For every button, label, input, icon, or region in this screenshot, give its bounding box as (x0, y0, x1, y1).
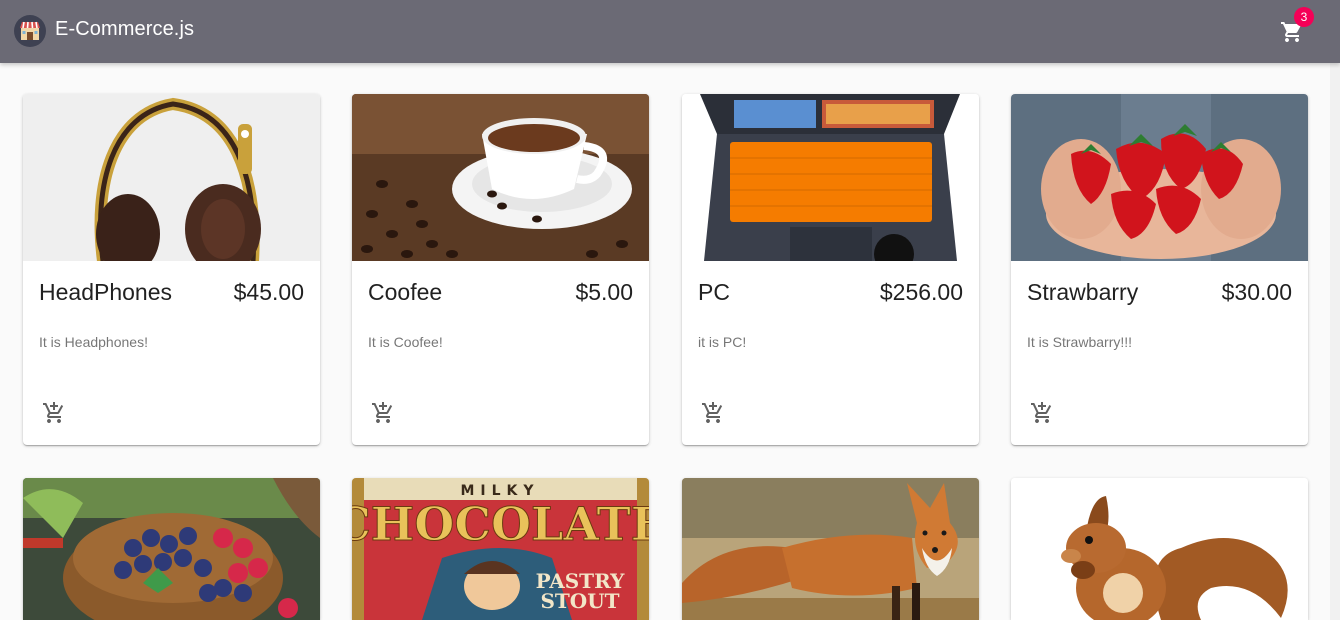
page-scrollbar[interactable] (1330, 63, 1340, 620)
add-to-cart-button[interactable] (39, 398, 69, 428)
can-label-sub2: STOUT (540, 589, 619, 613)
add-shopping-cart-icon (372, 402, 393, 423)
product-description: It is Strawbarry!!! (1027, 334, 1133, 350)
product-card: Coofee $5.00 It is Coofee! (352, 94, 649, 445)
product-name: Coofee (368, 279, 443, 305)
product-image-strawberries (1011, 94, 1308, 261)
add-shopping-cart-icon (702, 402, 723, 423)
store-icon[interactable] (14, 15, 46, 47)
product-card: Strawbarry $30.00 It is Strawbarry!!! (1011, 94, 1308, 445)
app-bar: E-Commerce.js 3 (0, 0, 1340, 63)
add-to-cart-button[interactable] (1027, 398, 1057, 428)
product-description: It is Headphones! (39, 334, 148, 350)
product-price: $5.00 (575, 279, 633, 305)
product-price: $30.00 (1221, 279, 1292, 305)
add-shopping-cart-icon (1031, 402, 1052, 423)
product-name: HeadPhones (39, 279, 172, 305)
add-to-cart-button[interactable] (698, 398, 728, 428)
product-name: Strawbarry (1027, 279, 1139, 305)
product-image-berries-bowl (23, 478, 320, 620)
product-image-fox (682, 478, 979, 620)
product-name: PC (698, 279, 730, 305)
product-card: HeadPhones $45.00 It is Headphones! (23, 94, 320, 445)
product-card: MILKY CHOCOLATE PASTRY STOUT (352, 478, 649, 620)
product-card (23, 478, 320, 620)
product-card (1011, 478, 1308, 620)
add-shopping-cart-icon (43, 402, 64, 423)
product-price: $256.00 (879, 279, 963, 305)
product-description: it is PC! (698, 334, 747, 350)
product-description: It is Coofee! (368, 334, 443, 350)
product-card: PC $256.00 it is PC! (682, 94, 979, 445)
cart-count-badge: 3 (1294, 7, 1314, 27)
product-image-headphones (23, 94, 320, 261)
product-image-milky-chocolate-can: MILKY CHOCOLATE PASTRY STOUT (352, 478, 649, 620)
product-card (682, 478, 979, 620)
add-to-cart-button[interactable] (368, 398, 398, 428)
product-price: $45.00 (233, 279, 304, 305)
product-image-squirrel (1011, 478, 1308, 620)
product-image-laptop (682, 94, 979, 261)
product-image-coffee (352, 94, 649, 261)
can-label-main: CHOCOLATE (352, 497, 649, 551)
brand-title[interactable]: E-Commerce.js (55, 18, 194, 41)
